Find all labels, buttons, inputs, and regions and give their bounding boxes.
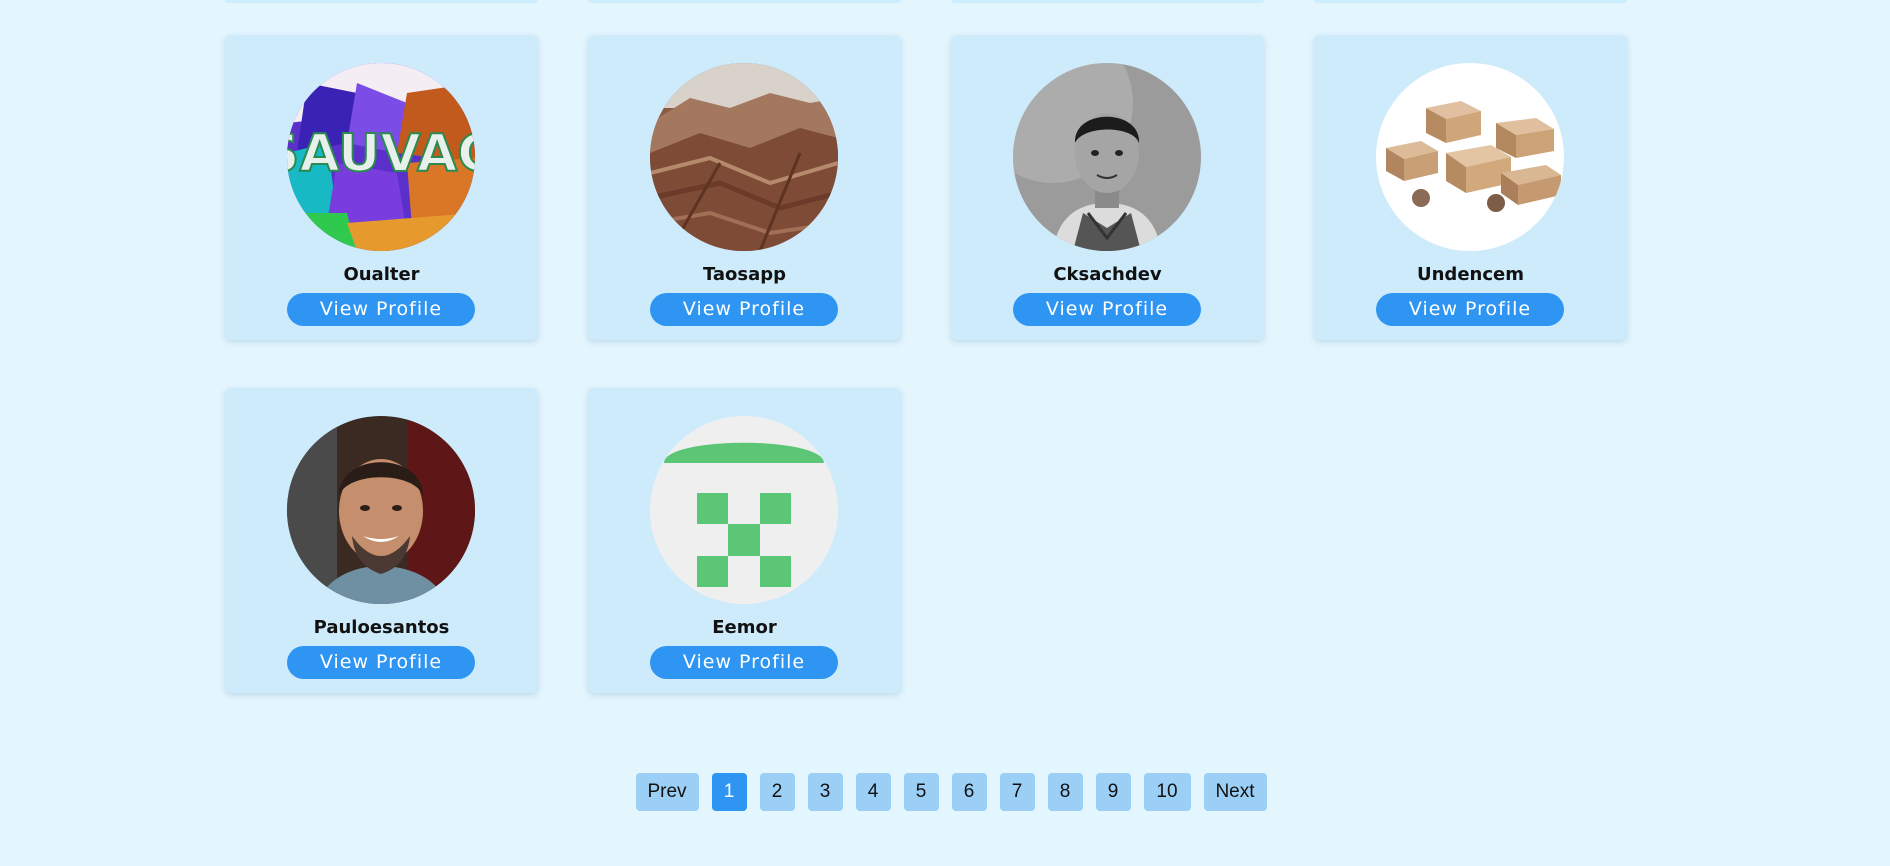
avatar[interactable]: SAUVAG <box>287 63 475 251</box>
profile-grid: SAUVAG Oualter View Profile Taosapp View… <box>225 35 1627 693</box>
profile-name: Oualter <box>343 264 420 285</box>
avatar[interactable] <box>287 416 475 604</box>
page-button-2[interactable]: 2 <box>759 773 795 811</box>
page-button-1[interactable]: 1 <box>711 773 747 811</box>
card-edge <box>951 0 1264 3</box>
page-button-3[interactable]: 3 <box>807 773 843 811</box>
profile-name: Undencem <box>1417 264 1524 285</box>
prev-page-button[interactable]: Prev <box>635 773 699 811</box>
man-portrait-bw-image <box>1013 63 1201 251</box>
graffiti-text: SAUVAG <box>287 124 475 184</box>
page-button-9[interactable]: 9 <box>1095 773 1131 811</box>
profile-name: Taosapp <box>702 264 787 285</box>
page-button-8[interactable]: 8 <box>1047 773 1083 811</box>
profile-name: Pauloesantos <box>313 617 450 638</box>
avatar[interactable] <box>650 416 838 604</box>
green-identicon-image <box>650 416 838 604</box>
page-button-5[interactable]: 5 <box>903 773 939 811</box>
avatar[interactable] <box>1376 63 1564 251</box>
avatar[interactable] <box>650 63 838 251</box>
mountain-landscape-image <box>650 63 838 251</box>
page-button-6[interactable]: 6 <box>951 773 987 811</box>
page-button-10[interactable]: 10 <box>1143 773 1191 811</box>
smiling-man-portrait-image <box>287 416 475 604</box>
profile-card: SAUVAG Oualter View Profile <box>225 35 538 340</box>
card-edge <box>1314 0 1627 3</box>
graffiti-sauvage-image: SAUVAG <box>287 63 475 251</box>
next-page-button[interactable]: Next <box>1203 773 1267 811</box>
page-button-7[interactable]: 7 <box>999 773 1035 811</box>
card-edge <box>225 0 538 3</box>
profile-card: Undencem View Profile <box>1314 35 1627 340</box>
view-profile-button[interactable]: View Profile <box>650 293 838 326</box>
profile-card: Pauloesantos View Profile <box>225 388 538 693</box>
page-button-4[interactable]: 4 <box>855 773 891 811</box>
profile-card: Cksachdev View Profile <box>951 35 1264 340</box>
profile-name: Eemor <box>712 617 777 638</box>
view-profile-button[interactable]: View Profile <box>1376 293 1564 326</box>
view-profile-button[interactable]: View Profile <box>1013 293 1201 326</box>
avatar[interactable] <box>1013 63 1201 251</box>
view-profile-button[interactable]: View Profile <box>287 646 475 679</box>
card-edge <box>588 0 901 3</box>
pagination: Prev 1 2 3 4 5 6 7 8 9 10 Next <box>0 773 1890 811</box>
view-profile-button[interactable]: View Profile <box>287 293 475 326</box>
previous-row-edge <box>0 0 1890 4</box>
profile-card: Taosapp View Profile <box>588 35 901 340</box>
cardboard-boxes-image <box>1376 63 1564 251</box>
view-profile-button[interactable]: View Profile <box>650 646 838 679</box>
profile-name: Cksachdev <box>1053 264 1162 285</box>
profile-card: Eemor View Profile <box>588 388 901 693</box>
